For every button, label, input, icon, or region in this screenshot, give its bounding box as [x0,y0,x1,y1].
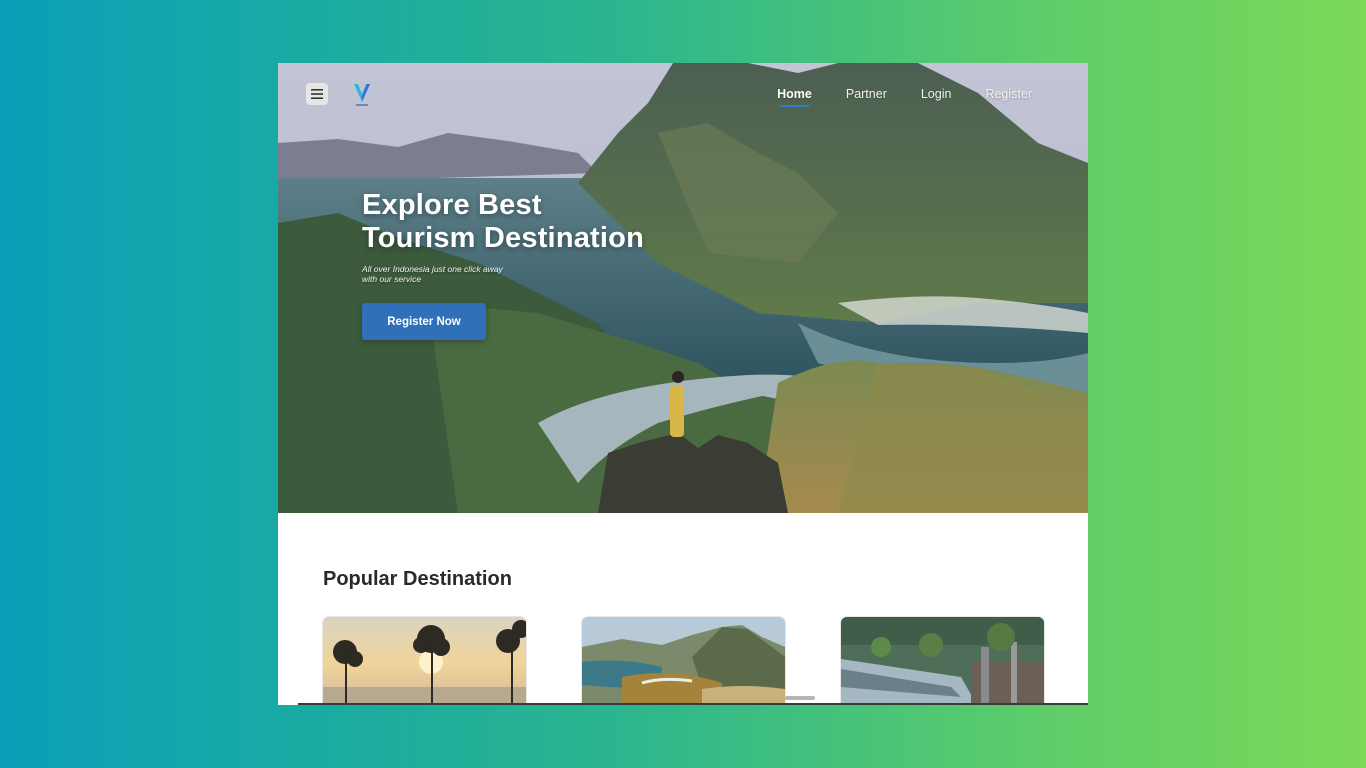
destination-card-image [323,617,526,705]
hamburger-menu-icon [311,89,323,99]
destination-card[interactable] [323,617,526,705]
nav-login[interactable]: Login [921,87,952,101]
scroll-handle[interactable] [785,696,815,700]
register-now-button[interactable]: Register Now [362,303,486,340]
hero-title-line1: Explore Best [362,189,542,221]
destination-card-image [582,617,785,705]
hero-background-image [278,63,1088,513]
v-logo-icon[interactable] [352,82,372,108]
hero-subtitle-line1: All over Indonesia just one click away [362,264,503,274]
hero-title: Explore Best Tourism Destination [362,189,682,255]
hero-title-line2: Tourism Destination [362,222,645,254]
nav-home[interactable]: Home [777,87,812,107]
hero-subtitle-line2: with our service [362,274,422,284]
menu-button[interactable] [306,83,328,105]
destination-card[interactable] [582,617,785,705]
browser-frame: Home Partner Login Register Explore Best… [278,63,1088,705]
hero-section: Home Partner Login Register Explore Best… [278,63,1088,513]
nav-partner[interactable]: Partner [846,87,887,101]
hero-subtitle: All over Indonesia just one click away w… [362,264,532,284]
destination-card[interactable] [841,617,1044,705]
popular-destination-title: Popular Destination [323,568,512,590]
destination-card-image [841,617,1044,705]
top-nav: Home Partner Login Register [777,87,1032,107]
divider [298,703,1088,705]
nav-register[interactable]: Register [985,87,1032,101]
